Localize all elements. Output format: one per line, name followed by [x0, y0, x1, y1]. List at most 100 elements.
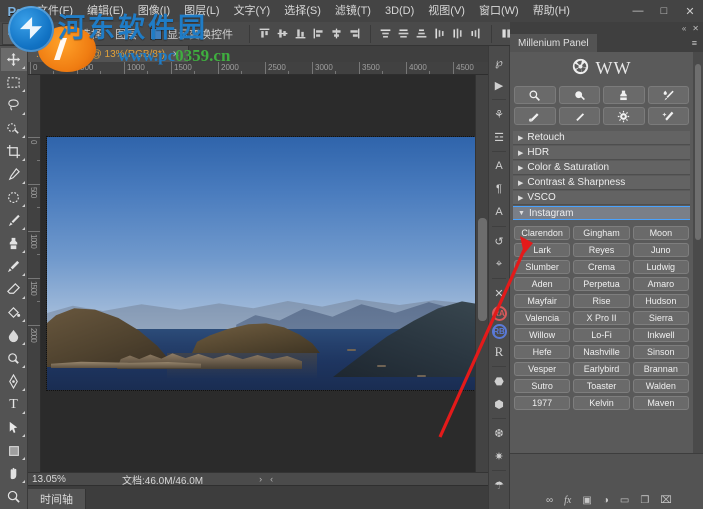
auto-select-dropdown[interactable]: 图层: [115, 26, 137, 42]
filter-button[interactable]: Earlybird: [573, 362, 629, 376]
filter-button[interactable]: Gingham: [573, 226, 629, 240]
arc-icon[interactable]: ☂: [489, 475, 509, 495]
panel-menu-icon[interactable]: ≡: [692, 38, 697, 48]
history-circle-icon[interactable]: ↺: [489, 231, 509, 251]
filter-button[interactable]: Slumber: [514, 260, 570, 274]
properties-sliders-icon[interactable]: ☲: [489, 127, 509, 147]
maximize-button[interactable]: □: [651, 0, 677, 22]
distribute-vertical-center-icon[interactable]: [395, 25, 412, 43]
filter-button[interactable]: Ludwig: [633, 260, 689, 274]
distribute-left-icon[interactable]: [431, 25, 448, 43]
layer-style-fx-icon[interactable]: fx: [564, 495, 571, 506]
zoom-tool[interactable]: [1, 485, 27, 508]
brush-tool[interactable]: [1, 209, 27, 232]
filter-button[interactable]: Willow: [514, 328, 570, 342]
menu-edit[interactable]: 编辑(E): [80, 1, 131, 21]
filter-button[interactable]: Sierra: [633, 311, 689, 325]
filter-button[interactable]: Sutro: [514, 379, 570, 393]
eraser-tool[interactable]: [1, 278, 27, 301]
dodge-tool[interactable]: [1, 347, 27, 370]
filter-button[interactable]: Hudson: [633, 294, 689, 308]
close-panel-icon[interactable]: ✕: [692, 24, 699, 33]
pattern-grid-icon[interactable]: ❆: [489, 423, 509, 443]
filter-button[interactable]: Sinson: [633, 345, 689, 359]
filter-button[interactable]: Walden: [633, 379, 689, 393]
filter-button[interactable]: Amaro: [633, 277, 689, 291]
rectangular-marquee-tool[interactable]: [1, 71, 27, 94]
quick-selection-tool[interactable]: [1, 117, 27, 140]
new-group-icon[interactable]: ▭: [620, 495, 629, 506]
distribute-horizontal-center-icon[interactable]: [449, 25, 466, 43]
filter-button[interactable]: Reyes: [573, 243, 629, 257]
lasso-tool[interactable]: [1, 94, 27, 117]
distribute-top-icon[interactable]: [377, 25, 394, 43]
align-vertical-centers-icon[interactable]: [274, 25, 291, 43]
plugin-r-icon[interactable]: R: [489, 342, 509, 362]
brush-presets-icon[interactable]: ℘: [489, 52, 509, 72]
menu-filter[interactable]: 滤镜(T): [328, 1, 378, 21]
blur-tool[interactable]: [1, 324, 27, 347]
spot-healing-brush-tool[interactable]: [1, 186, 27, 209]
history-brush-tool[interactable]: [1, 255, 27, 278]
filter-button[interactable]: Lo-Fi: [573, 328, 629, 342]
accordion-section-color-saturation[interactable]: ▶ Color & Saturation: [513, 161, 690, 175]
gear-tool-button[interactable]: [603, 107, 645, 125]
paragraph-icon[interactable]: ¶: [489, 179, 509, 199]
status-collapse-icon[interactable]: ‹: [270, 474, 273, 484]
filter-button[interactable]: Juno: [633, 243, 689, 257]
filter-button[interactable]: Maven: [633, 396, 689, 410]
panel-vertical-scrollbar[interactable]: [693, 52, 703, 453]
auto-select-checkbox[interactable]: \u2713: [41, 28, 53, 40]
scrollbar-thumb[interactable]: [478, 218, 487, 321]
show-transform-checkbox[interactable]: [150, 28, 162, 40]
crop-tool[interactable]: [1, 140, 27, 163]
menu-3d[interactable]: 3D(D): [378, 1, 421, 21]
filter-button[interactable]: Nashville: [573, 345, 629, 359]
filter-button[interactable]: Clarendon: [514, 226, 570, 240]
brush-drop-tool-button[interactable]: [648, 86, 690, 104]
delete-layer-icon[interactable]: ⌧: [660, 495, 672, 506]
accordion-section-retouch[interactable]: ▶ Retouch: [513, 131, 690, 145]
distribute-bottom-icon[interactable]: [413, 25, 430, 43]
dodge-tool-button[interactable]: [559, 86, 601, 104]
menu-image[interactable]: 图像(I): [131, 1, 177, 21]
filter-button[interactable]: Valencia: [514, 311, 570, 325]
canvas-area[interactable]: [41, 75, 488, 472]
menu-type[interactable]: 文字(Y): [227, 1, 278, 21]
eyedropper-tool[interactable]: [1, 163, 27, 186]
blur-tool-button[interactable]: [514, 107, 556, 125]
filter-button[interactable]: Inkwell: [633, 328, 689, 342]
document-image[interactable]: [47, 137, 477, 390]
tab-timeline[interactable]: 时间轴: [28, 489, 86, 509]
status-expand-icon[interactable]: ›: [259, 474, 262, 484]
menu-file[interactable]: 文件(F): [30, 1, 80, 21]
hand-tool[interactable]: [1, 462, 27, 485]
3d-cube-icon[interactable]: ⬢: [489, 394, 509, 414]
rectangle-shape-tool[interactable]: [1, 439, 27, 462]
paint-bucket-tool[interactable]: [1, 301, 27, 324]
align-left-edges-icon[interactable]: [310, 25, 327, 43]
align-horizontal-centers-icon[interactable]: [328, 25, 345, 43]
accordion-section-vsco[interactable]: ▶ VSCO: [513, 191, 690, 205]
clone-stamp-tool[interactable]: [1, 232, 27, 255]
move-tool[interactable]: [1, 48, 27, 71]
scrollbar-thumb[interactable]: [695, 64, 701, 240]
tab-millenium-panel[interactable]: Millenium Panel: [510, 34, 597, 52]
3d-sphere-icon[interactable]: ⬣: [489, 371, 509, 391]
filter-button[interactable]: Moon: [633, 226, 689, 240]
filter-button[interactable]: Rise: [573, 294, 629, 308]
filter-button[interactable]: Brannan: [633, 362, 689, 376]
filter-button[interactable]: Aden: [514, 277, 570, 291]
menu-layer[interactable]: 图层(L): [177, 1, 226, 21]
filter-button[interactable]: Vesper: [514, 362, 570, 376]
accordion-section-hdr[interactable]: ▶ HDR: [513, 146, 690, 160]
align-top-edges-icon[interactable]: [256, 25, 273, 43]
paths-icon[interactable]: ⌖: [489, 254, 509, 274]
path-selection-tool[interactable]: [1, 416, 27, 439]
align-right-edges-icon[interactable]: [346, 25, 363, 43]
distribute-right-icon[interactable]: [467, 25, 484, 43]
brushes-icon[interactable]: ⚘: [489, 104, 509, 124]
plugin-rb-icon[interactable]: RB: [492, 324, 507, 339]
filter-button[interactable]: Lark: [514, 243, 570, 257]
accordion-section-contrast-sharpness[interactable]: ▶ Contrast & Sharpness: [513, 176, 690, 190]
